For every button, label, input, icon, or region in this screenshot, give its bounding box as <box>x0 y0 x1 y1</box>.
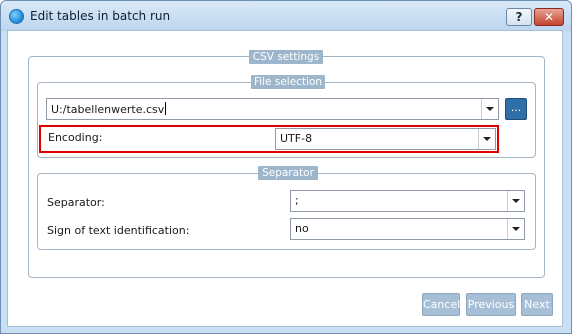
chevron-down-icon[interactable] <box>507 191 524 211</box>
text-cursor <box>165 102 167 115</box>
browse-button[interactable]: ... <box>505 98 527 120</box>
separator-legend: Separator <box>258 166 318 180</box>
dialog-content: CSV settings File selection U:/tabellenw… <box>7 30 563 327</box>
title-bar[interactable]: Edit tables in batch run ? ✕ <box>1 1 571 31</box>
close-button[interactable]: ✕ <box>534 8 564 26</box>
csv-settings-legend: CSV settings <box>249 50 323 64</box>
file-path-value: U:/tabellenwerte.csv <box>51 103 165 116</box>
encoding-label: Encoding: <box>48 131 103 144</box>
app-icon <box>9 9 24 24</box>
chevron-down-icon[interactable] <box>478 129 495 149</box>
separator-select[interactable]: ; <box>290 190 525 212</box>
separator-label: Separator: <box>47 196 105 209</box>
chevron-down-icon[interactable] <box>481 99 498 119</box>
cancel-button[interactable]: Cancel <box>422 293 460 316</box>
previous-button[interactable]: Previous <box>466 293 516 316</box>
chevron-down-icon[interactable] <box>507 219 524 239</box>
file-path-combo[interactable]: U:/tabellenwerte.csv <box>46 98 499 120</box>
text-identification-select[interactable]: no <box>290 218 525 240</box>
next-button[interactable]: Next <box>521 293 553 316</box>
encoding-select[interactable]: UTF-8 <box>275 128 496 150</box>
text-identification-label: Sign of text identification: <box>47 224 190 237</box>
file-selection-legend: File selection <box>251 75 325 89</box>
text-identification-value: no <box>295 222 309 235</box>
help-button[interactable]: ? <box>506 8 532 26</box>
encoding-value: UTF-8 <box>280 132 313 145</box>
separator-value: ; <box>295 194 299 207</box>
window-title: Edit tables in batch run <box>30 9 171 23</box>
